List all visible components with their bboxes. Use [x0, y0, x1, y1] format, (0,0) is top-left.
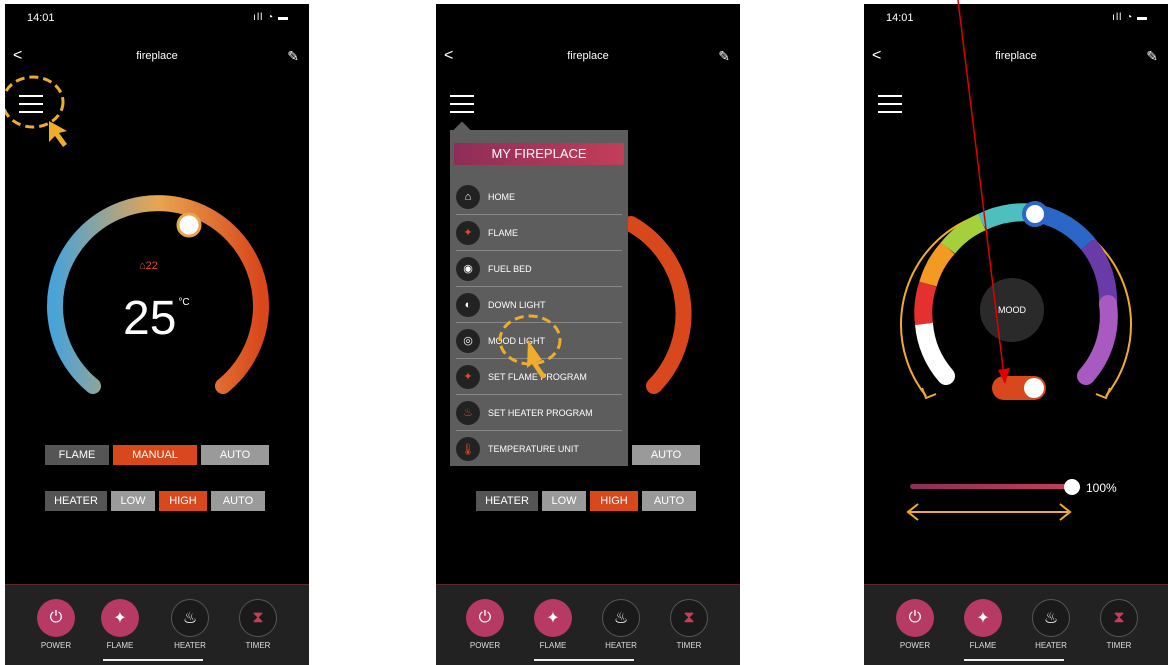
- annotation-red-arrow: [957, 0, 1010, 384]
